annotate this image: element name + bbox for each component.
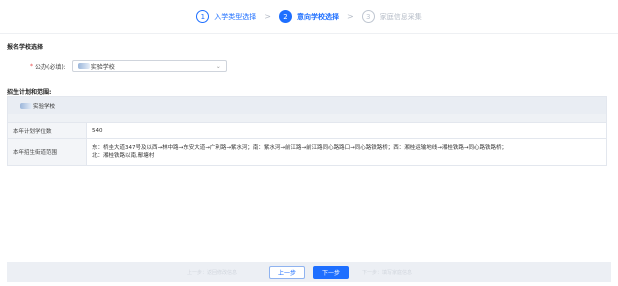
- step-family-info[interactable]: 3 家庭信息采集: [361, 10, 422, 23]
- row-value: 东：桥圭大道347号及以西→林中路→东安大道→广利路→紫水河；南：紫水河→前江路…: [86, 139, 606, 165]
- step-school-choice[interactable]: 2 意向学校选择: [279, 10, 339, 23]
- row-key: 本年招生街道范围: [8, 139, 86, 165]
- plan-table: 实验学校 本年计划学位数 540 本年招生街道范围 东：桥圭大道347号及以西→…: [7, 96, 607, 166]
- select-value: 实验学校: [77, 62, 115, 71]
- table-row: 本年计划学位数 540: [8, 122, 606, 138]
- row-value: 540: [86, 123, 606, 138]
- public-school-label: 公办(必填):: [35, 63, 66, 71]
- bottom-action-bar: 上一步：返回修改信息 上一步 下一步 下一步：填写家庭信息: [7, 262, 611, 282]
- step-separator: >: [264, 12, 271, 21]
- step-enrollment-type[interactable]: 1 入学类型选择: [196, 10, 256, 23]
- selected-school-name: 实验学校: [90, 63, 115, 71]
- row-key: 本年计划学位数: [8, 123, 86, 138]
- step-number: 2: [279, 10, 292, 23]
- plan-school-header: 实验学校: [8, 97, 606, 114]
- next-hint: 下一步：填写家庭信息: [362, 270, 413, 276]
- step-number: 1: [196, 10, 210, 23]
- school-select-row: * 公办(必填): 实验学校 ⌄: [30, 60, 227, 72]
- step-separator: >: [347, 12, 354, 21]
- redacted-blur: [20, 102, 32, 109]
- public-school-select[interactable]: 实验学校 ⌄: [71, 60, 227, 72]
- range-line: 东：桥圭大道347号及以西→林中路→东安大道→广利路→紫水河；南：紫水河→前江路…: [92, 145, 507, 151]
- step-label: 入学类型选择: [214, 12, 257, 21]
- school-section-title: 报名学校选择: [7, 44, 44, 51]
- redacted-blur: [77, 63, 90, 69]
- step-number: 3: [361, 10, 375, 23]
- required-mark: *: [30, 62, 33, 70]
- step-label: 意向学校选择: [297, 12, 339, 21]
- stepper: 1 入学类型选择 > 2 意向学校选择 > 3 家庭信息采集: [0, 0, 618, 34]
- prev-button[interactable]: 上一步: [268, 265, 305, 279]
- prev-hint: 上一步：返回修改信息: [187, 270, 238, 276]
- next-button[interactable]: 下一步: [313, 265, 350, 279]
- range-line: 北：湘桂铁路以南,鄢塘村: [92, 153, 155, 159]
- page: 1 入学类型选择 > 2 意向学校选择 > 3 家庭信息采集 报名学校选择 * …: [0, 0, 618, 286]
- chevron-down-icon: ⌄: [215, 62, 221, 70]
- plan-header-band: [8, 114, 606, 122]
- table-row: 本年招生街道范围 东：桥圭大道347号及以西→林中路→东安大道→广利路→紫水河；…: [8, 138, 606, 165]
- step-label: 家庭信息采集: [379, 12, 422, 21]
- plan-section-title: 招生计划和范围:: [7, 89, 52, 96]
- plan-school-name: 实验学校: [33, 103, 56, 110]
